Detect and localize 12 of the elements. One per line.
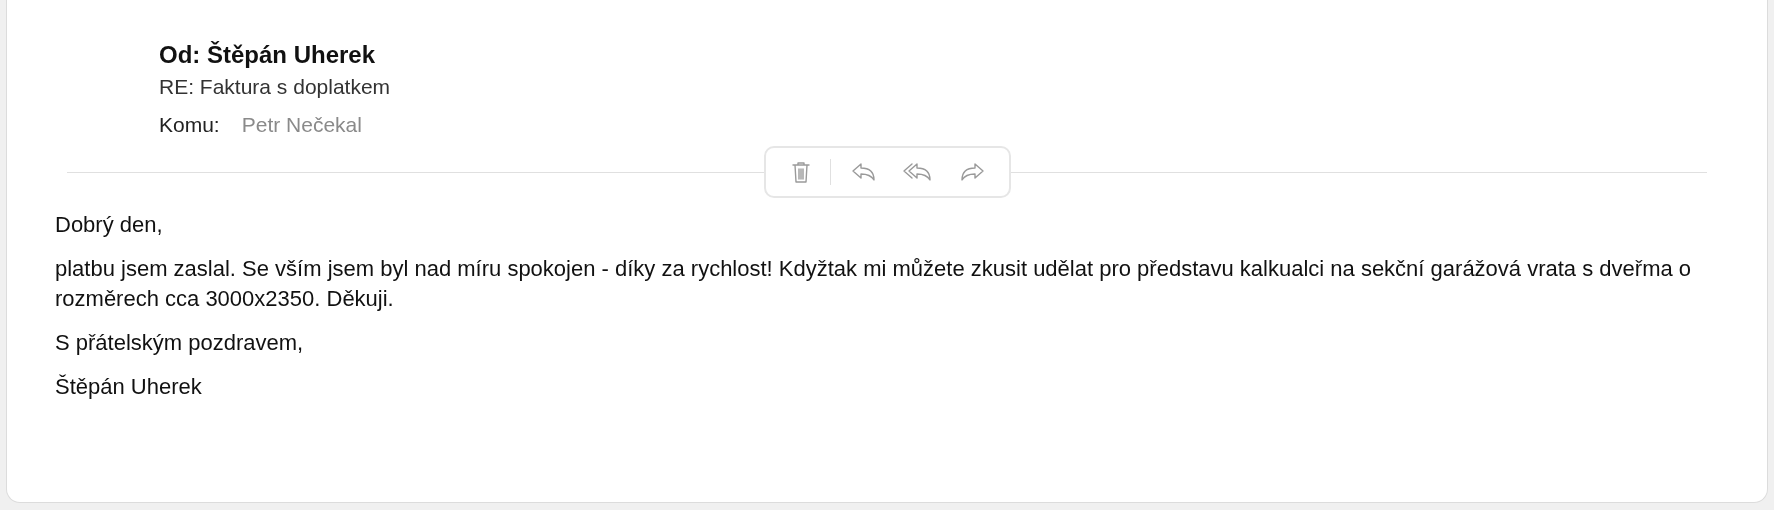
reply-all-icon: [902, 162, 933, 182]
sender-name: Od: Štěpán Uherek: [159, 40, 377, 70]
body-paragraph: Dobrý den,: [55, 211, 164, 239]
subject-line: RE: Faktura s doplatkem: [159, 74, 392, 100]
body-paragraph: Štěpán Uherek: [55, 373, 203, 401]
body-paragraph: S přátelským pozdravem,: [55, 329, 305, 357]
reply-icon: [850, 162, 877, 182]
forward-icon: [958, 162, 985, 182]
trash-icon: [791, 161, 810, 183]
body-paragraph: platbu jsem zaslal. Se vším jsem byl nad míru spokojen - díky za rychlost! Kdyžtak mi můžete zkusit udělat pro představu kalkualci na sekční garážová vrata s dveřma o rozměrech cca 3000x2350. Děkuji.: [55, 255, 1693, 313]
recipient-name: Petr Nečekal: [241, 112, 362, 138]
recipient-label: Komu:: [159, 112, 220, 138]
